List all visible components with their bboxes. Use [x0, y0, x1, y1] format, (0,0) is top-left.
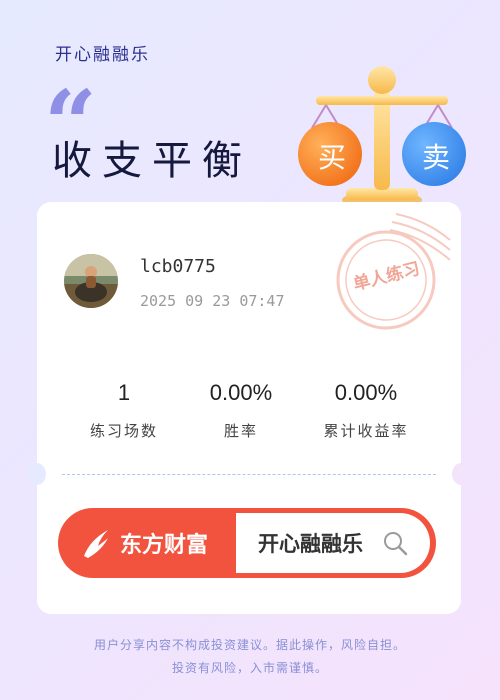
stat-cumulative-return-value: 0.00%	[334, 380, 398, 405]
disclaimer-line-1: 用户分享内容不构成投资建议。据此操作，风险自担。	[93, 638, 406, 652]
avatar-image	[64, 254, 118, 308]
stat-win-rate-value: 0.00%	[209, 380, 273, 405]
eastmoney-logo: 东方财富	[58, 508, 236, 578]
search-query: 开心融融乐	[258, 532, 363, 556]
stat-cumulative-return: 0.00% 累计收益率	[296, 380, 436, 441]
search-input[interactable]: 开心融融乐	[236, 513, 430, 573]
disclaimer-line-2: 投资有风险，入市需谨慎。	[171, 661, 328, 675]
avatar[interactable]	[64, 254, 118, 308]
eastmoney-logo-icon	[84, 530, 108, 558]
search-icon[interactable]	[382, 530, 408, 556]
stat-cumulative-return-label: 累计收益率	[323, 422, 409, 440]
sell-badge: 卖	[421, 141, 450, 174]
brand-top-label: 开心融融乐	[55, 45, 150, 65]
balance-scale-illustration: 买 卖	[296, 62, 472, 212]
stat-win-rate-label: 胜率	[223, 422, 258, 440]
username: lcb0775	[140, 256, 216, 277]
buy-badge: 买	[317, 141, 346, 174]
stat-win-rate: 0.00% 胜率	[171, 380, 311, 441]
dashed-divider	[62, 474, 436, 475]
risk-disclaimer: 用户分享内容不构成投资建议。据此操作，风险自担。 投资有风险，入市需谨慎。	[0, 634, 500, 680]
eastmoney-logo-text: 东方财富	[120, 533, 209, 558]
ticket-notch-left	[28, 463, 46, 485]
page-headline: 收支平衡	[52, 138, 252, 184]
solo-practice-stamp: 单人练习	[326, 210, 454, 342]
ticket-notch-right	[452, 463, 470, 485]
practice-datetime: 2025 09 23 07:47	[140, 292, 285, 310]
search-bar[interactable]: 东方财富 开心融融乐	[58, 508, 436, 578]
